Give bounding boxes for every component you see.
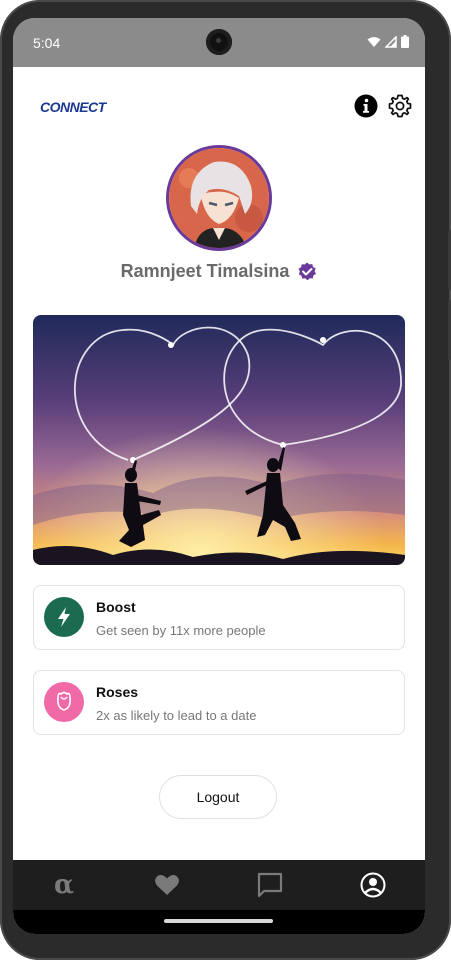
app-logo: CONNECT — [40, 99, 106, 115]
boost-card[interactable]: Boost Get seen by 11x more people — [33, 585, 405, 650]
rose-icon — [44, 682, 84, 722]
profile-icon — [360, 872, 386, 898]
profile-banner-image — [33, 315, 405, 565]
roses-card[interactable]: Roses 2x as likely to lead to a date — [33, 670, 405, 735]
heart-icon — [155, 874, 179, 895]
nav-home-tab[interactable]: α — [51, 872, 77, 898]
bottom-navigation: α — [13, 860, 425, 910]
couple-hearts-illustration — [33, 315, 405, 565]
nav-chat-tab[interactable] — [257, 872, 283, 898]
device-frame: 5:04 CONNECT Ramnjeet Timalsina Boost Ge… — [0, 0, 451, 960]
profile-avatar[interactable] — [169, 148, 269, 248]
roses-title: Roses — [96, 684, 139, 700]
signal-icon — [385, 35, 397, 48]
battery-icon — [401, 35, 409, 48]
lightning-icon — [44, 597, 84, 637]
app-screen: 5:04 CONNECT Ramnjeet Timalsina Boost Ge… — [13, 18, 425, 934]
nav-likes-tab[interactable] — [154, 872, 180, 898]
front-camera — [206, 29, 232, 55]
profile-name-row: Ramnjeet Timalsina — [13, 261, 425, 282]
logout-button[interactable]: Logout — [159, 775, 277, 819]
settings-gear-icon[interactable] — [388, 94, 412, 118]
alpha-icon: α — [53, 870, 74, 900]
nav-profile-tab[interactable] — [360, 872, 386, 898]
gesture-bar — [13, 910, 425, 934]
boost-title: Boost — [96, 599, 136, 615]
status-bar: 5:04 — [13, 18, 425, 67]
boost-subtitle: Get seen by 11x more people — [96, 623, 266, 638]
profile-name: Ramnjeet Timalsina — [120, 261, 290, 281]
home-gesture-handle[interactable] — [164, 919, 273, 923]
chat-icon — [257, 872, 283, 898]
info-icon[interactable] — [354, 94, 378, 118]
status-time: 5:04 — [33, 35, 61, 51]
wifi-icon — [367, 36, 381, 47]
verified-badge-icon — [298, 262, 317, 280]
roses-subtitle: 2x as likely to lead to a date — [96, 708, 257, 723]
avatar-illustration — [169, 148, 269, 248]
status-icons — [367, 35, 409, 48]
